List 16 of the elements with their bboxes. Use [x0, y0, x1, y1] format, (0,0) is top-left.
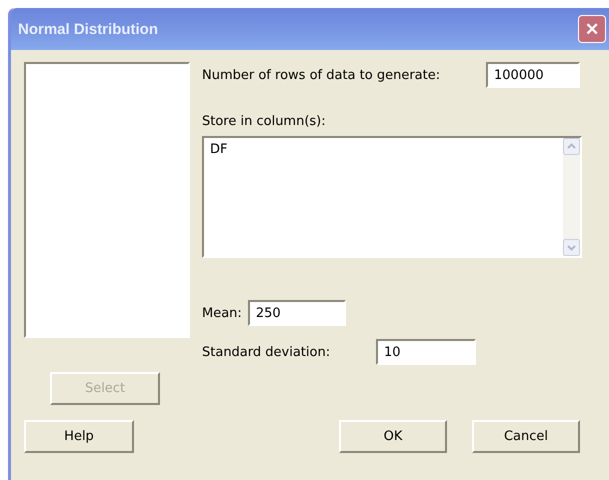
field-label: Store in column(s):: [202, 114, 327, 129]
field-label: Standard deviation:: [202, 344, 332, 360]
rows-field[interactable]: 100000: [486, 62, 580, 88]
cancel-button[interactable]: Cancel: [472, 420, 580, 453]
deviation-field[interactable]: 10: [376, 339, 476, 365]
field-label: Mean:: [202, 306, 242, 320]
scroll-up-icon[interactable]: [563, 138, 580, 155]
column-field[interactable]: DF: [202, 136, 582, 258]
field-label: Number of rows of data to generate:: [202, 68, 440, 82]
help-button[interactable]: Help: [24, 420, 134, 453]
mean-field[interactable]: 250: [248, 300, 346, 326]
close-button[interactable]: ✕: [578, 15, 606, 43]
ok-button[interactable]: OK: [339, 420, 447, 453]
window-title: Normal Distribution: [18, 20, 158, 38]
scroll-down-icon[interactable]: [563, 239, 580, 256]
variable-list[interactable]: [24, 62, 190, 338]
